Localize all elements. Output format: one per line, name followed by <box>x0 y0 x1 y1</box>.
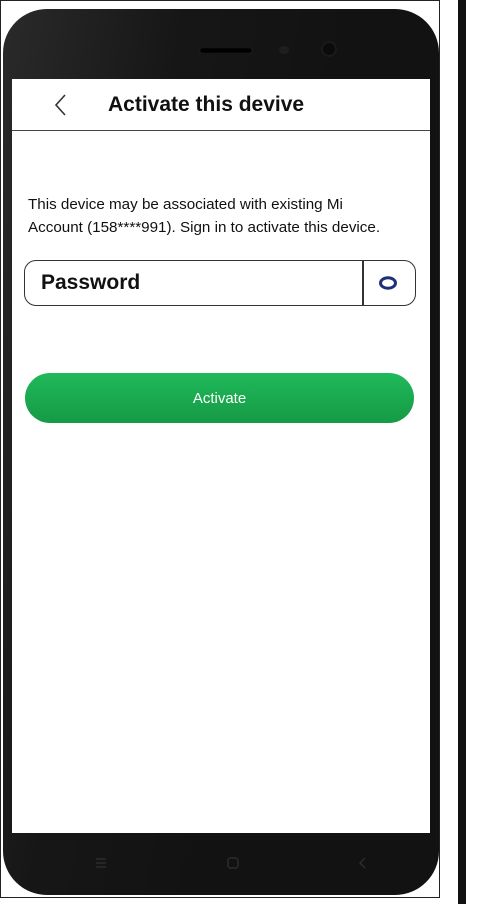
activate-button-label: Activate <box>192 389 247 407</box>
home-icon[interactable] <box>221 851 245 875</box>
message-line-2: Account (158****991). Sign in to activat… <box>28 219 381 236</box>
phone-device: Activate this devive This device may be … <box>3 9 439 895</box>
association-message: This device may be associated with exist… <box>28 193 428 239</box>
app-screen: Activate this devive This device may be … <box>12 79 430 833</box>
front-camera <box>323 43 335 55</box>
figure-frame: Activate this devive This device may be … <box>0 0 440 898</box>
system-nav-bar <box>3 833 439 895</box>
menu-icon[interactable] <box>89 851 113 875</box>
nav-back-icon[interactable] <box>351 851 375 875</box>
earpiece-speaker <box>199 47 253 54</box>
password-field <box>24 260 416 306</box>
show-password-button[interactable] <box>363 261 415 305</box>
password-input[interactable] <box>41 267 361 299</box>
message-line-1: This device may be associated with exist… <box>28 196 343 213</box>
chevron-left-icon[interactable] <box>48 92 74 118</box>
page-title: Activate this devive <box>108 93 305 116</box>
eye-icon <box>379 276 397 295</box>
header-bar: Activate this devive <box>12 79 430 131</box>
proximity-sensor <box>279 46 289 54</box>
activate-button[interactable]: Activate <box>25 373 414 423</box>
side-border-strip <box>458 0 466 904</box>
